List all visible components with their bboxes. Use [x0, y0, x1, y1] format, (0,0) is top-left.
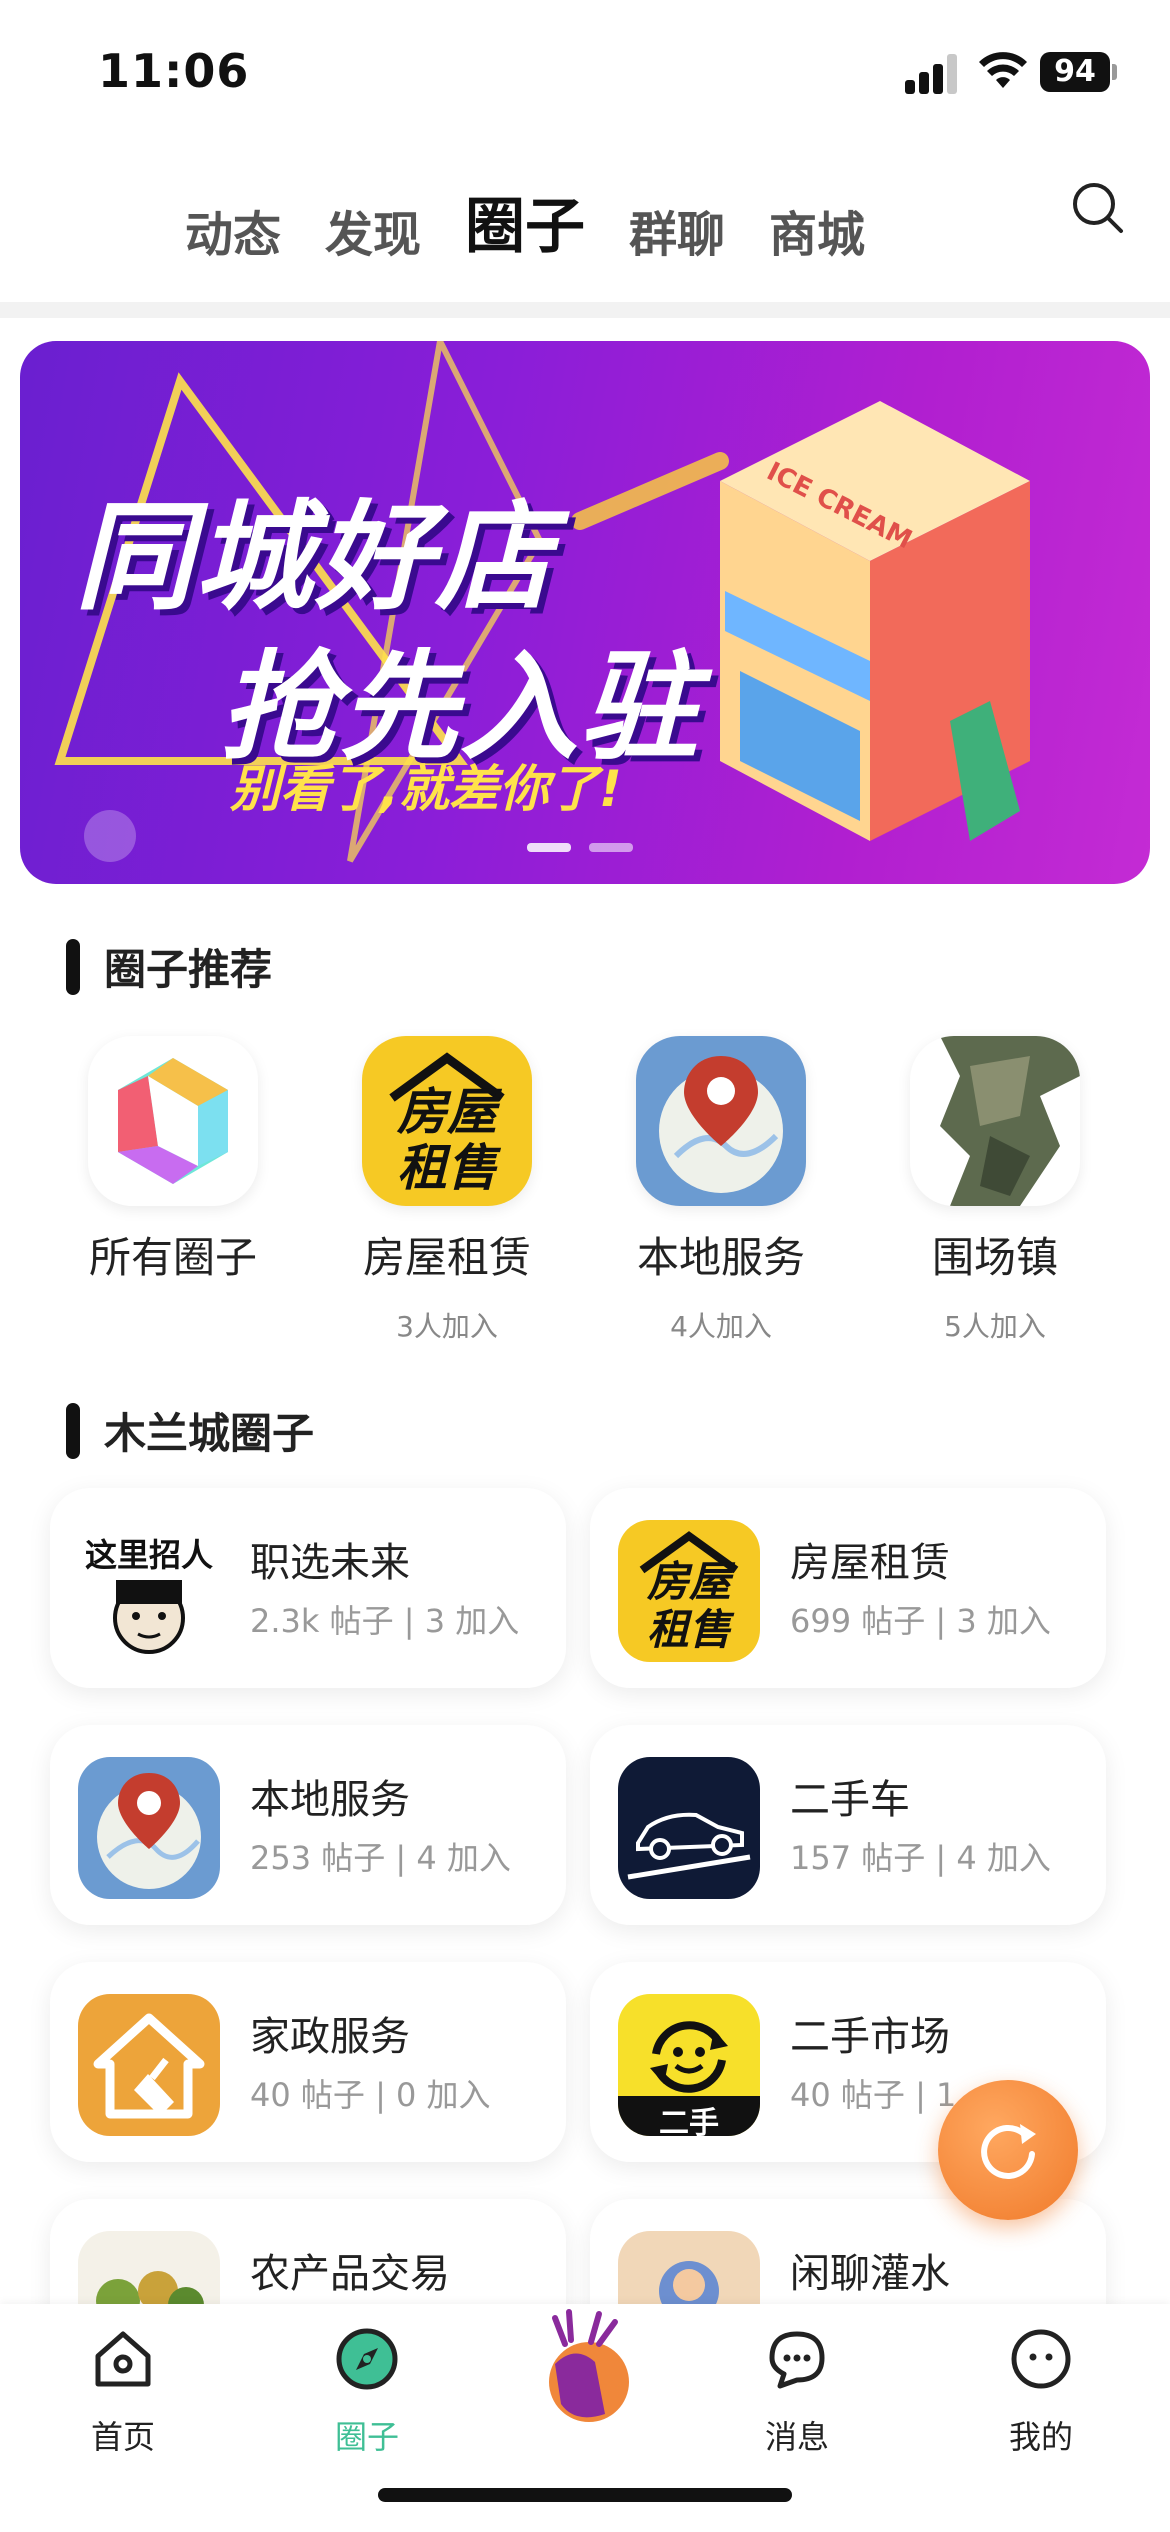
- banner-subtitle: 别看了,就差你了!: [230, 760, 622, 818]
- rec-name: 房屋租赁: [362, 1233, 531, 1282]
- rec-local-service[interactable]: 本地服务 4人加入: [621, 1036, 821, 1345]
- banner-dot-active: [527, 843, 571, 852]
- section-bar: [66, 938, 80, 995]
- card-title: 本地服务: [250, 1777, 410, 1823]
- tab-messages[interactable]: 消息: [717, 2324, 877, 2458]
- card-title: 家政服务: [250, 2014, 410, 2060]
- promo-banner[interactable]: 同城好店 抢先入驻 别看了,就差你了! ICE CREAM: [20, 341, 1150, 884]
- top-tabs: 动态 发现 圈子 群聊 商城: [185, 178, 909, 265]
- rec-house-rental[interactable]: 房屋 租售 房屋租赁 3人加入: [347, 1036, 547, 1345]
- home-indicator: [378, 2488, 792, 2502]
- map-pin-icon: [636, 1036, 806, 1206]
- tab-label: 我的: [1008, 2418, 1073, 2456]
- card-title: 农产品交易: [250, 2251, 450, 2297]
- status-time: 11:06: [98, 44, 250, 98]
- section-title: 木兰城圈子: [104, 1409, 315, 1458]
- card-title: 二手市场: [790, 2014, 950, 2060]
- tab-profile[interactable]: 我的: [961, 2324, 1121, 2458]
- tab-dynamic[interactable]: 动态: [185, 195, 281, 265]
- banner-pagination: [527, 843, 633, 852]
- search-icon[interactable]: [1070, 180, 1126, 236]
- icon-text: 房屋: [646, 1557, 731, 1606]
- tab-label: 圈子: [334, 2418, 399, 2456]
- card-meta: 40 帖子 | 0 加入: [250, 2076, 491, 2114]
- section-title: 圈子推荐: [104, 945, 273, 994]
- map-pin-icon: [78, 1757, 220, 1899]
- circle-card-job[interactable]: 这里招人 职选未来 2.3k 帖子 | 3 加入: [50, 1488, 566, 1688]
- card-meta: 40 帖子 | 1: [790, 2076, 957, 2114]
- card-meta: 699 帖子 | 3 加入: [790, 1602, 1051, 1640]
- house-rental-icon: 房屋 租售: [362, 1036, 532, 1206]
- chat-icon: [769, 2331, 825, 2389]
- banner-title-line1: 同城好店: [75, 488, 556, 626]
- tab-discover[interactable]: 发现: [325, 195, 421, 265]
- status-bar: 11:06 94: [0, 0, 1170, 140]
- card-meta: 253 帖子 | 4 加入: [250, 1839, 511, 1877]
- wifi-icon: [979, 52, 1027, 88]
- rec-weichang-town[interactable]: 围场镇 5人加入: [895, 1036, 1095, 1345]
- battery-indicator: 94: [1040, 52, 1110, 92]
- refresh-button[interactable]: [938, 2080, 1078, 2220]
- tab-label: 首页: [90, 2418, 155, 2456]
- rec-name: 本地服务: [636, 1233, 805, 1282]
- rec-all-circles[interactable]: 所有圈子: [73, 1036, 273, 1305]
- tab-label: 消息: [764, 2418, 829, 2456]
- circle-card-housekeeping[interactable]: 家政服务 40 帖子 | 0 加入: [50, 1962, 566, 2162]
- hexagon-logo-icon: [88, 1036, 258, 1206]
- signal-icon: [905, 52, 957, 94]
- banner-dot: [589, 843, 633, 852]
- rec-name: 围场镇: [931, 1233, 1058, 1282]
- tab-mall[interactable]: 商城: [769, 195, 865, 265]
- icon-text: 二手: [659, 2106, 719, 2136]
- tab-home[interactable]: 首页: [43, 2324, 203, 2458]
- city-circles-header: 木兰城圈子: [66, 1400, 314, 1461]
- recruit-icon: 这里招人: [78, 1520, 220, 1662]
- compass-icon: [336, 2328, 398, 2390]
- deer-logo-icon: [549, 2309, 629, 2422]
- tab-circles-nav[interactable]: 圈子: [287, 2324, 447, 2458]
- refresh-icon: [981, 2124, 1036, 2179]
- section-bar: [66, 1402, 80, 1459]
- divider: [0, 302, 1170, 318]
- tab-center-logo[interactable]: [505, 2304, 665, 2448]
- rec-count: 5人加入: [944, 1310, 1046, 1343]
- recommend-header: 圈子推荐: [66, 936, 272, 997]
- satellite-map-icon: [910, 1036, 1080, 1206]
- house-rental-icon: 房屋 租售: [618, 1520, 760, 1662]
- tab-circles[interactable]: 圈子: [465, 178, 585, 265]
- tab-group-chat[interactable]: 群聊: [629, 195, 725, 265]
- icon-text: 租售: [646, 1605, 731, 1654]
- car-icon: [618, 1757, 760, 1899]
- rec-name: 所有圈子: [88, 1233, 257, 1282]
- icon-text: 租售: [397, 1139, 497, 1197]
- circle-card-local-service[interactable]: 本地服务 253 帖子 | 4 加入: [50, 1725, 566, 1925]
- profile-icon: [1011, 2329, 1071, 2389]
- rec-count: 4人加入: [670, 1310, 772, 1343]
- card-title: 二手车: [790, 1777, 910, 1823]
- card-title: 闲聊灌水: [790, 2251, 950, 2297]
- second-hand-icon: 二手: [618, 1994, 760, 2136]
- house-broom-icon: [78, 1994, 220, 2136]
- icon-text: 房屋: [397, 1083, 497, 1141]
- top-nav: 动态 发现 圈子 群聊 商城: [0, 150, 1170, 300]
- circle-card-house-rental[interactable]: 房屋 租售 房屋租赁 699 帖子 | 3 加入: [590, 1488, 1106, 1688]
- home-icon: [95, 2331, 151, 2387]
- battery-cap: [1112, 64, 1117, 80]
- card-title: 房屋租赁: [790, 1540, 950, 1586]
- circle-card-used-car[interactable]: 二手车 157 帖子 | 4 加入: [590, 1725, 1106, 1925]
- rec-count: 3人加入: [396, 1310, 498, 1343]
- card-meta: 157 帖子 | 4 加入: [790, 1839, 1051, 1877]
- card-title: 职选未来: [250, 1540, 410, 1586]
- card-meta: 2.3k 帖子 | 3 加入: [250, 1602, 520, 1640]
